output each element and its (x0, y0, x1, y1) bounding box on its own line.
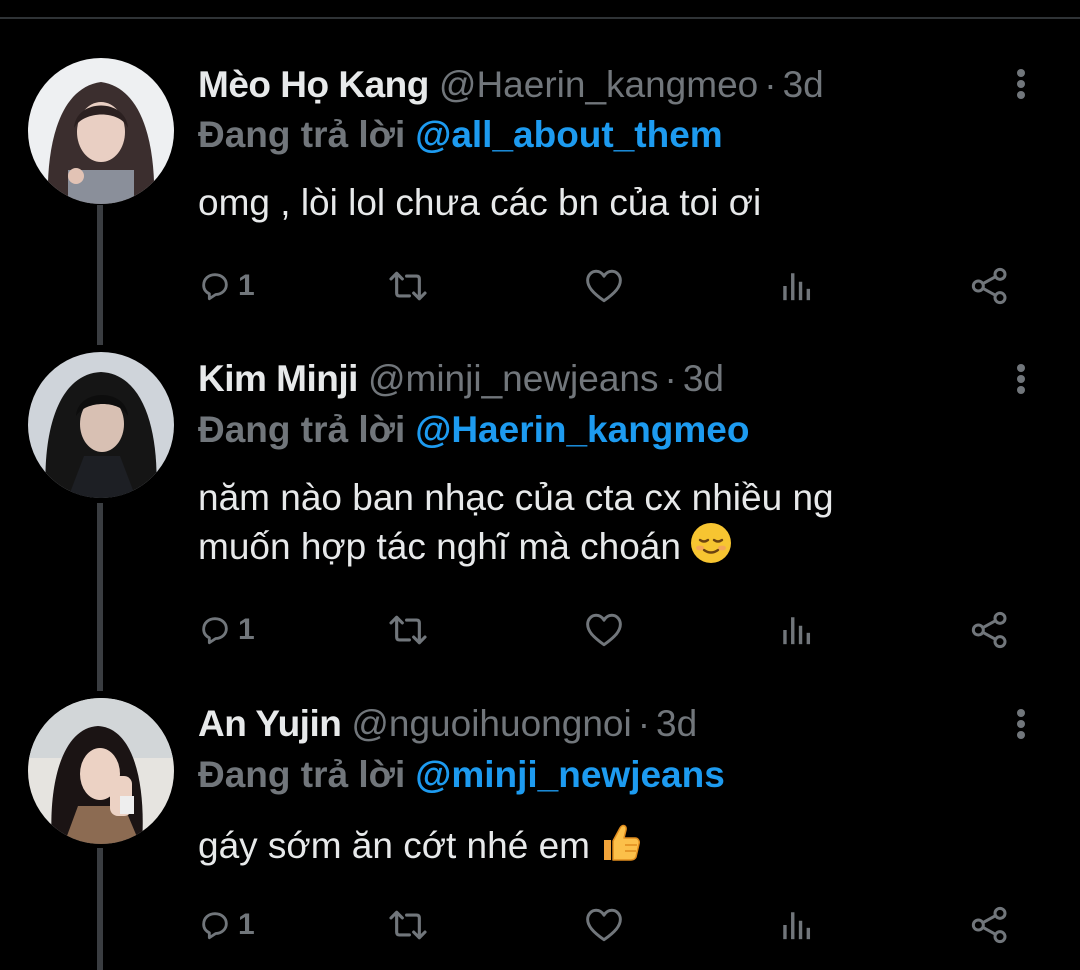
share-icon (971, 906, 1007, 944)
heart-icon (586, 908, 622, 942)
timestamp[interactable]: 3d (656, 703, 697, 744)
replying-to-label: Đang trả lời (198, 409, 406, 450)
analytics-icon (783, 273, 811, 301)
display-name[interactable]: Kim Minji (198, 358, 358, 399)
thread-connector-line (97, 503, 103, 691)
tweet-text: năm nào ban nhạc của cta cx nhiều ng muố… (198, 475, 998, 576)
tweet-text: gáy sớm ăn cớt nhé em (198, 820, 998, 875)
replying-to: Đang trả lời @minji_newjeans (198, 753, 725, 797)
avatar[interactable] (28, 352, 174, 498)
reply-count: 1 (238, 269, 255, 302)
display-name[interactable]: Mèo Họ Kang (198, 64, 429, 105)
timestamp[interactable]: 3d (683, 358, 724, 399)
like-button[interactable] (584, 903, 624, 947)
more-vertical-icon[interactable] (1008, 361, 1034, 401)
separator-dot: · (637, 703, 651, 744)
share-button[interactable] (970, 903, 1010, 947)
replying-to: Đang trả lời @all_about_them (198, 113, 723, 157)
replying-to-handle[interactable]: @all_about_them (415, 114, 722, 155)
reply-icon (202, 912, 228, 940)
retweet-icon (389, 271, 427, 301)
tweet-text-line: năm nào ban nhạc của cta cx nhiều ng (198, 477, 834, 518)
thread-connector-line (97, 848, 103, 970)
retweet-button[interactable] (388, 608, 428, 652)
replying-to-handle[interactable]: @minji_newjeans (415, 754, 725, 795)
replying-to-label: Đang trả lời (198, 114, 406, 155)
more-vertical-icon[interactable] (1008, 706, 1034, 746)
reply-icon (202, 273, 228, 301)
reply-button[interactable]: 1 (198, 903, 255, 947)
tweet-header: Kim Minji @minji_newjeans · 3d (198, 357, 724, 401)
reply-icon (202, 617, 228, 645)
user-handle[interactable]: @nguoihuongnoi (351, 703, 631, 744)
relieved-face-emoji (689, 521, 733, 576)
tweet-text-line: omg , lòi lol chưa các bn của toi ơi (198, 182, 762, 223)
views-button[interactable] (778, 264, 814, 308)
avatar[interactable] (28, 58, 174, 204)
display-name[interactable]: An Yujin (198, 703, 342, 744)
user-handle[interactable]: @minji_newjeans (368, 358, 659, 399)
separator-dot: · (764, 64, 777, 105)
tweet-actions: 1 (198, 903, 1018, 947)
views-button[interactable] (778, 608, 814, 652)
share-icon (971, 267, 1007, 305)
retweet-button[interactable] (388, 264, 428, 308)
tweet[interactable]: An Yujin @nguoihuongnoi · 3d Đang trả lời @m… (0, 0, 1080, 944)
replying-to-label: Đang trả lời (198, 754, 406, 795)
heart-icon (586, 613, 622, 647)
tweet-text: omg , lòi lol chưa các bn của toi ơi (198, 180, 998, 226)
timestamp[interactable]: 3d (783, 64, 824, 105)
like-button[interactable] (584, 608, 624, 652)
analytics-icon (783, 617, 811, 645)
like-button[interactable] (584, 264, 624, 308)
tweet[interactable]: Mèo Họ Kang @Haerin_kangmeo · 3d Đang trả l… (0, 0, 1080, 340)
share-button[interactable] (970, 264, 1010, 308)
share-button[interactable] (970, 608, 1010, 652)
tweet-actions: 1 (198, 608, 1018, 652)
replying-to-handle[interactable]: @Haerin_kangmeo (415, 409, 749, 450)
more-vertical-icon[interactable] (1008, 66, 1034, 106)
retweet-button[interactable] (388, 903, 428, 947)
heart-icon (586, 269, 622, 303)
tweet-header: Mèo Họ Kang @Haerin_kangmeo · 3d (198, 63, 824, 107)
reply-count: 1 (238, 908, 255, 941)
tweet-text-line: muốn hợp tác nghĩ mà choán (198, 526, 681, 567)
reply-count: 1 (238, 613, 255, 646)
thumbs-up-emoji (598, 820, 642, 875)
reply-button[interactable]: 1 (198, 264, 255, 308)
tweet-header: An Yujin @nguoihuongnoi · 3d (198, 702, 697, 746)
retweet-icon (389, 910, 427, 940)
reply-button[interactable]: 1 (198, 608, 255, 652)
separator-dot: · (664, 358, 677, 399)
user-handle[interactable]: @Haerin_kangmeo (439, 64, 758, 105)
retweet-icon (389, 615, 427, 645)
analytics-icon (783, 912, 811, 940)
views-button[interactable] (778, 903, 814, 947)
share-icon (971, 611, 1007, 649)
tweet-actions: 1 (198, 264, 1018, 308)
tweet-text-line: gáy sớm ăn cớt nhé em (198, 825, 590, 866)
replying-to: Đang trả lời @Haerin_kangmeo (198, 408, 749, 452)
avatar[interactable] (28, 698, 174, 844)
